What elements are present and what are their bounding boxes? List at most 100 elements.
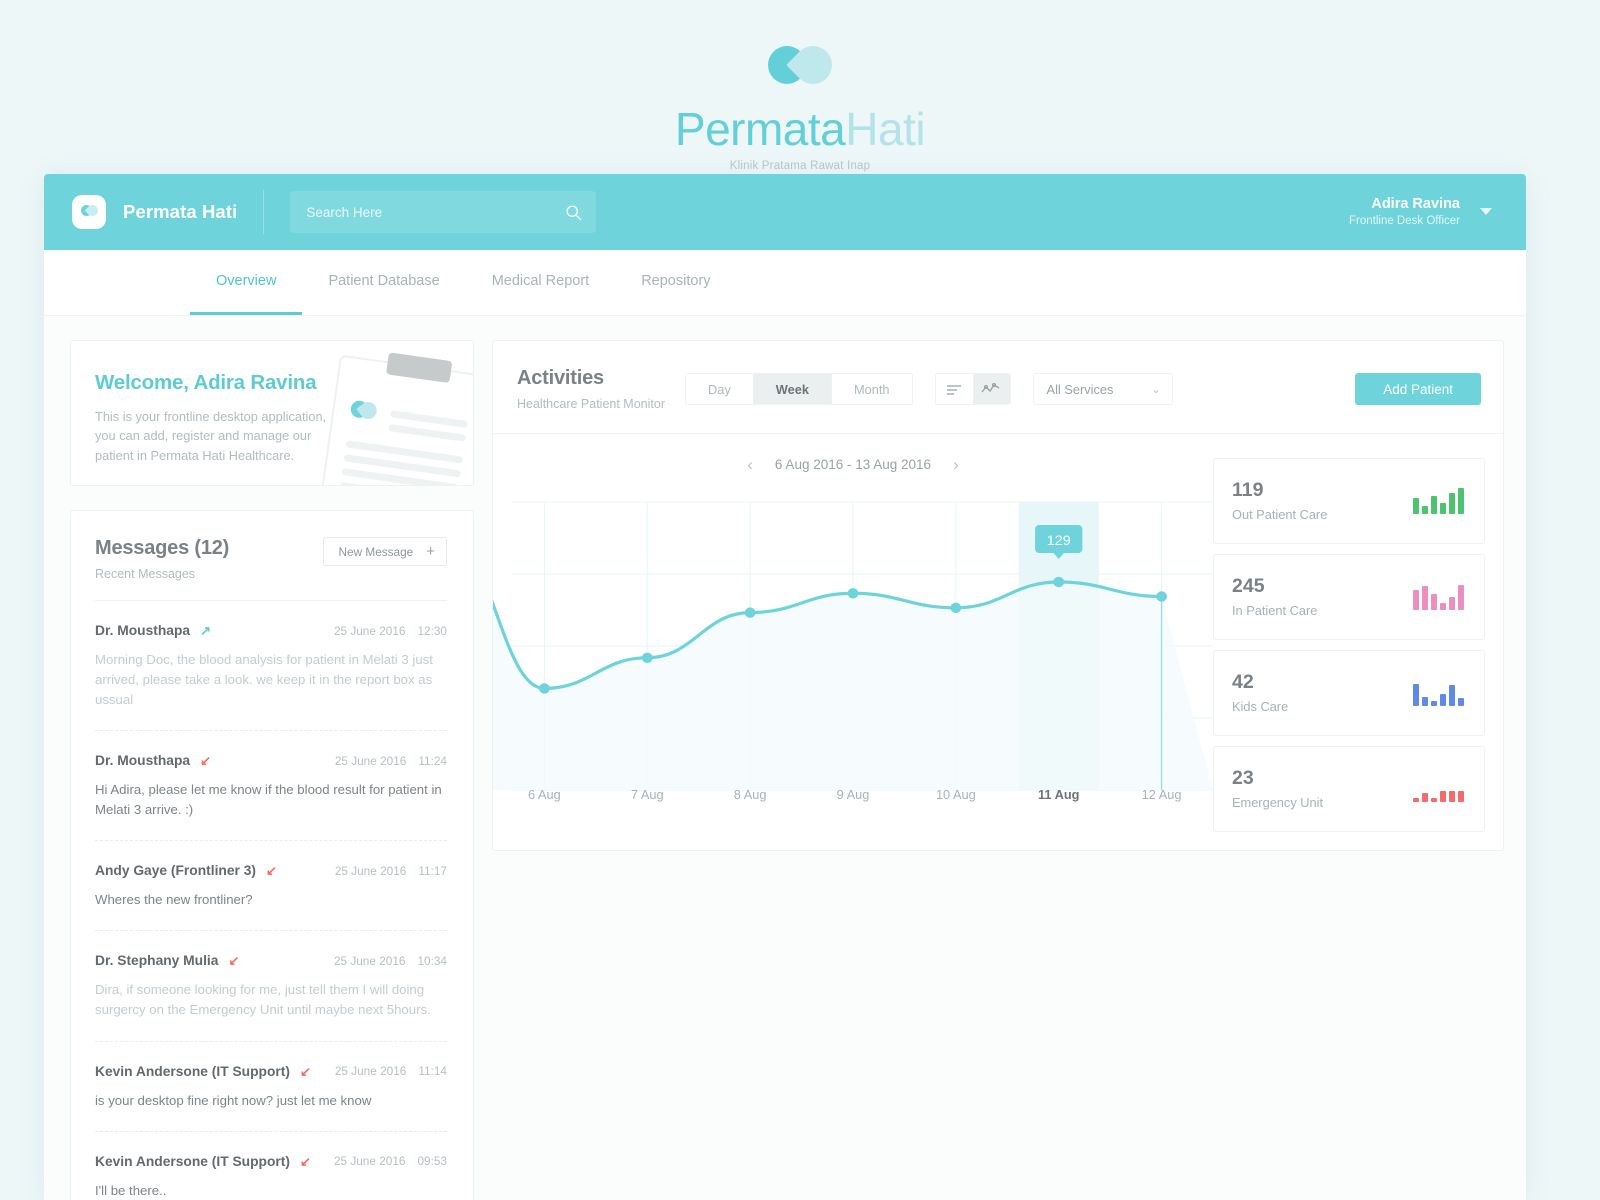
welcome-user: Adira Ravina (193, 371, 317, 394)
search-input[interactable] (306, 204, 566, 220)
message-time: 10:34 (417, 953, 447, 968)
plus-icon: + (426, 543, 435, 560)
tab-overview[interactable]: Overview (190, 250, 303, 315)
stat-card-emergency-unit[interactable]: 23 Emergency Unit (1213, 746, 1485, 832)
user-menu[interactable]: Adira Ravina Frontline Desk Officer (1349, 195, 1492, 229)
stat-card-in-patient-care[interactable]: 245 In Patient Care (1213, 554, 1485, 640)
stat-value: 42 (1232, 671, 1254, 694)
new-message-button[interactable]: New Message + (323, 537, 447, 566)
chevron-left-icon[interactable]: ‹ (747, 456, 753, 473)
list-item[interactable]: Dr. Mousthapa ↗ 25 June 2016 12:30 Mornin… (95, 601, 447, 732)
tab-medical-report[interactable]: Medical Report (466, 250, 616, 315)
arrow-down-left-icon: ↙ (266, 863, 277, 879)
tab-repository[interactable]: Repository (615, 250, 736, 315)
x-tick: 8 Aug (733, 787, 767, 802)
range-week[interactable]: Week (753, 374, 832, 404)
stat-cards: 119 Out Patient Care 245 In Patient Care (1213, 434, 1503, 850)
message-sender: Dr. Mousthapa (95, 753, 191, 769)
chart-x-axis: 6 Aug 7 Aug 8 Aug 9 Aug 10 Aug 11 Aug 12… (493, 787, 1213, 802)
arrow-up-right-icon: ↗ (200, 623, 211, 638)
content-area: Welcome, Adira Ravina This is your front… (44, 316, 1526, 1200)
main-tabs: Overview Patient Database Medical Report… (44, 250, 1526, 316)
user-name: Adira Ravina (1371, 195, 1460, 212)
message-time: 11:17 (418, 863, 447, 878)
stat-label: Out Patient Care (1232, 506, 1328, 522)
app-logo-icon[interactable] (72, 195, 106, 229)
chart-date-range: 6 Aug 2016 - 13 Aug 2016 (774, 457, 932, 472)
stat-value: 23 (1232, 767, 1254, 790)
message-time: 09:53 (417, 1154, 447, 1169)
top-bar: Permata Hati Adira Ravina Frontline Desk… (44, 174, 1526, 250)
message-sender: Kevin Andersone (IT Support) (95, 1153, 290, 1169)
range-month[interactable]: Month (831, 374, 912, 404)
chevron-down-icon[interactable] (1480, 208, 1492, 216)
stat-label: In Patient Care (1232, 602, 1318, 618)
message-date: 25 June 2016 (333, 623, 406, 638)
chart-date-nav: ‹ 6 Aug 2016 - 13 Aug 2016 › (493, 434, 1213, 473)
message-sender: Kevin Andersone (IT Support) (95, 1063, 290, 1079)
sparkline-chart (1413, 776, 1464, 802)
message-date: 25 June 2016 (334, 753, 407, 768)
welcome-body: This is your frontline desktop applicati… (95, 409, 327, 463)
message-body: Morning Doc, the blood analysis for pati… (95, 652, 433, 708)
search-box[interactable] (290, 191, 597, 233)
arrow-down-left-icon: ↙ (299, 1153, 311, 1169)
message-body: Wheres the new frontliner? (95, 892, 253, 908)
clipboard-icon (319, 352, 473, 485)
message-body: I'll be there.. (95, 1182, 167, 1198)
sparkline-chart (1413, 680, 1464, 706)
arrow-down-left-icon: ↙ (228, 953, 240, 969)
brand-header: PermataHati Klinik Pratama Rawat Inap (0, 0, 1600, 172)
left-column: Welcome, Adira Ravina This is your front… (70, 340, 474, 1200)
message-sender: Dr. Mousthapa (95, 623, 191, 638)
service-filter-value: All Services (1046, 381, 1114, 397)
right-column: Activities Healthcare Patient Monitor Da… (450, 340, 1504, 1200)
activities-subtitle: Healthcare Patient Monitor (517, 397, 665, 411)
x-tick: 7 Aug (630, 787, 664, 802)
welcome-card: Welcome, Adira Ravina This is your front… (70, 340, 474, 486)
tab-patient-database[interactable]: Patient Database (302, 250, 465, 315)
divider (263, 190, 265, 234)
chart-plot: 129 (450, 494, 1213, 812)
user-role: Frontline Desk Officer (1349, 214, 1460, 227)
list-item[interactable]: Dr. Mousthapa ↙ 25 June 2016 11:24 Hi Adi… (95, 731, 447, 842)
stat-label: Kids Care (1232, 698, 1289, 714)
messages-subtitle: Recent Messages (95, 567, 196, 581)
messages-title: Messages (12) (95, 537, 230, 559)
activities-chart: ‹ 6 Aug 2016 - 13 Aug 2016 › 129 6 Aug 7… (450, 434, 1213, 812)
message-time: 12:30 (417, 623, 447, 638)
range-day[interactable]: Day (686, 374, 754, 404)
message-sender: Andy Gaye (Frontliner 3) (95, 863, 256, 879)
range-segmented-control: Day Week Month (685, 373, 913, 405)
x-tick-highlighted: 11 Aug (1037, 787, 1080, 802)
brand-word-primary: Permata (674, 103, 846, 155)
message-time: 11:14 (418, 1064, 447, 1078)
x-tick: 6 Aug (528, 787, 561, 802)
add-patient-button[interactable]: Add Patient (1355, 373, 1481, 405)
list-item[interactable]: Kevin Andersone (IT Support) ↙ 25 June 2… (95, 1132, 447, 1200)
activities-title: Activities (517, 367, 604, 389)
bars-view-icon[interactable] (935, 374, 973, 404)
message-sender: Dr. Stephany Mulia (95, 953, 219, 969)
message-body: is your desktop fine right now? just let… (95, 1092, 372, 1108)
new-message-label: New Message (338, 544, 414, 559)
list-item[interactable]: Kevin Andersone (IT Support) ↙ 25 June 2… (95, 1042, 447, 1132)
app-window: Permata Hati Adira Ravina Frontline Desk… (44, 174, 1526, 1200)
svg-text:129: 129 (1047, 533, 1071, 549)
service-filter-select[interactable]: All Services ⌄ (1032, 373, 1173, 405)
message-date: 25 June 2016 (333, 1154, 406, 1169)
message-date: 25 June 2016 (334, 863, 407, 878)
heart-logo-icon (760, 38, 840, 100)
messages-panel: Messages (12) Recent Messages New Messag… (70, 510, 474, 1200)
line-chart-view-icon[interactable] (972, 374, 1010, 404)
stat-card-out-patient-care[interactable]: 119 Out Patient Care (1213, 458, 1485, 544)
message-time: 11:24 (418, 753, 447, 768)
stat-card-kids-care[interactable]: 42 Kids Care (1213, 650, 1485, 736)
list-item[interactable]: Dr. Stephany Mulia ↙ 25 June 2016 10:34 D… (95, 931, 447, 1042)
search-icon[interactable] (565, 204, 582, 221)
list-item[interactable]: Andy Gaye (Frontliner 3) ↙ 25 June 2016 1… (95, 841, 447, 932)
sparkline-chart (1413, 584, 1464, 610)
chevron-right-icon[interactable]: › (953, 456, 959, 473)
arrow-down-left-icon: ↙ (299, 1063, 311, 1079)
stat-value: 119 (1232, 479, 1264, 502)
